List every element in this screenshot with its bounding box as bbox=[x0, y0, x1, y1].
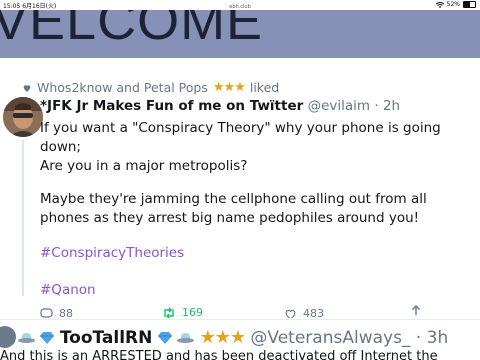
reply-button[interactable]: 88 bbox=[40, 307, 73, 318]
next-post-header: TooTallRN ★★★ @VeteransAlways_ · 3h bbox=[18, 327, 448, 348]
post-paragraph: Are you in a major metropolis? bbox=[40, 158, 248, 174]
star-emoji-icon: ★★★ bbox=[199, 327, 246, 348]
gem-icon bbox=[157, 332, 172, 344]
post-paragraph: If you want a "Conspiracy Theory" why yo… bbox=[40, 120, 441, 155]
liked-by-line: Whos2know and Petal Pops ★★★ liked bbox=[22, 80, 279, 95]
heart-icon bbox=[23, 84, 31, 92]
like-button[interactable]: 483 bbox=[284, 307, 324, 318]
next-post-time[interactable]: · 3h bbox=[416, 328, 448, 348]
hashtag-link[interactable]: #Qanon bbox=[40, 281, 476, 300]
status-right: 52% bbox=[435, 1, 476, 8]
ufo-icon bbox=[18, 333, 35, 343]
next-author-name[interactable]: TooTallRN bbox=[60, 328, 153, 348]
repost-button[interactable]: 169 bbox=[162, 306, 203, 318]
repost-icon bbox=[164, 307, 174, 318]
next-post-avatar[interactable] bbox=[0, 326, 16, 348]
next-post-snippet: And this is an ARRESTED and has been dea… bbox=[0, 349, 438, 360]
share-icon bbox=[412, 305, 420, 315]
next-author-handle[interactable]: @VeteransAlways_ bbox=[250, 328, 410, 348]
liked-by-names[interactable]: Whos2know and Petal Pops bbox=[37, 80, 208, 95]
wifi-icon bbox=[435, 1, 444, 8]
thread-line bbox=[22, 140, 24, 296]
welcome-banner: VELCOME bbox=[0, 10, 480, 58]
gem-icon bbox=[40, 332, 55, 344]
ufo-icon bbox=[177, 333, 195, 343]
liked-label: liked bbox=[249, 80, 280, 95]
address-url[interactable]: ebh.club bbox=[0, 4, 480, 10]
next-post[interactable]: TooTallRN ★★★ @VeteransAlways_ · 3h And … bbox=[0, 321, 480, 360]
author-name[interactable]: *JFK Jr Makes Fun of me on Twïtter bbox=[40, 98, 303, 114]
battery-percent: 52% bbox=[446, 1, 460, 8]
banner-text: VELCOME bbox=[0, 10, 264, 51]
post-actions: 88 169 483 bbox=[40, 302, 470, 318]
avatar-image bbox=[3, 97, 43, 137]
battery-icon bbox=[463, 1, 476, 8]
author-handle[interactable]: @evilaim bbox=[308, 98, 370, 114]
post-divider bbox=[0, 319, 480, 320]
star-emoji-icon: ★★★ bbox=[212, 80, 246, 95]
post-time[interactable]: · 2h bbox=[374, 98, 400, 114]
status-bar: 15:05 6月16日(火) ebh.club 52% bbox=[0, 0, 480, 10]
repost-count: 169 bbox=[182, 306, 203, 318]
reply-icon bbox=[40, 307, 53, 318]
post-header: *JFK Jr Makes Fun of me on Twïtter @evil… bbox=[40, 98, 400, 114]
like-count: 483 bbox=[303, 307, 324, 318]
share-button[interactable] bbox=[410, 305, 422, 317]
hashtag-link[interactable]: #ConspiracyTheories bbox=[40, 244, 476, 263]
reply-count: 88 bbox=[59, 307, 73, 318]
heart-outline-icon bbox=[285, 309, 296, 318]
post-paragraph: Maybe they're jamming the cellphone call… bbox=[40, 191, 427, 226]
avatar[interactable] bbox=[3, 97, 43, 137]
